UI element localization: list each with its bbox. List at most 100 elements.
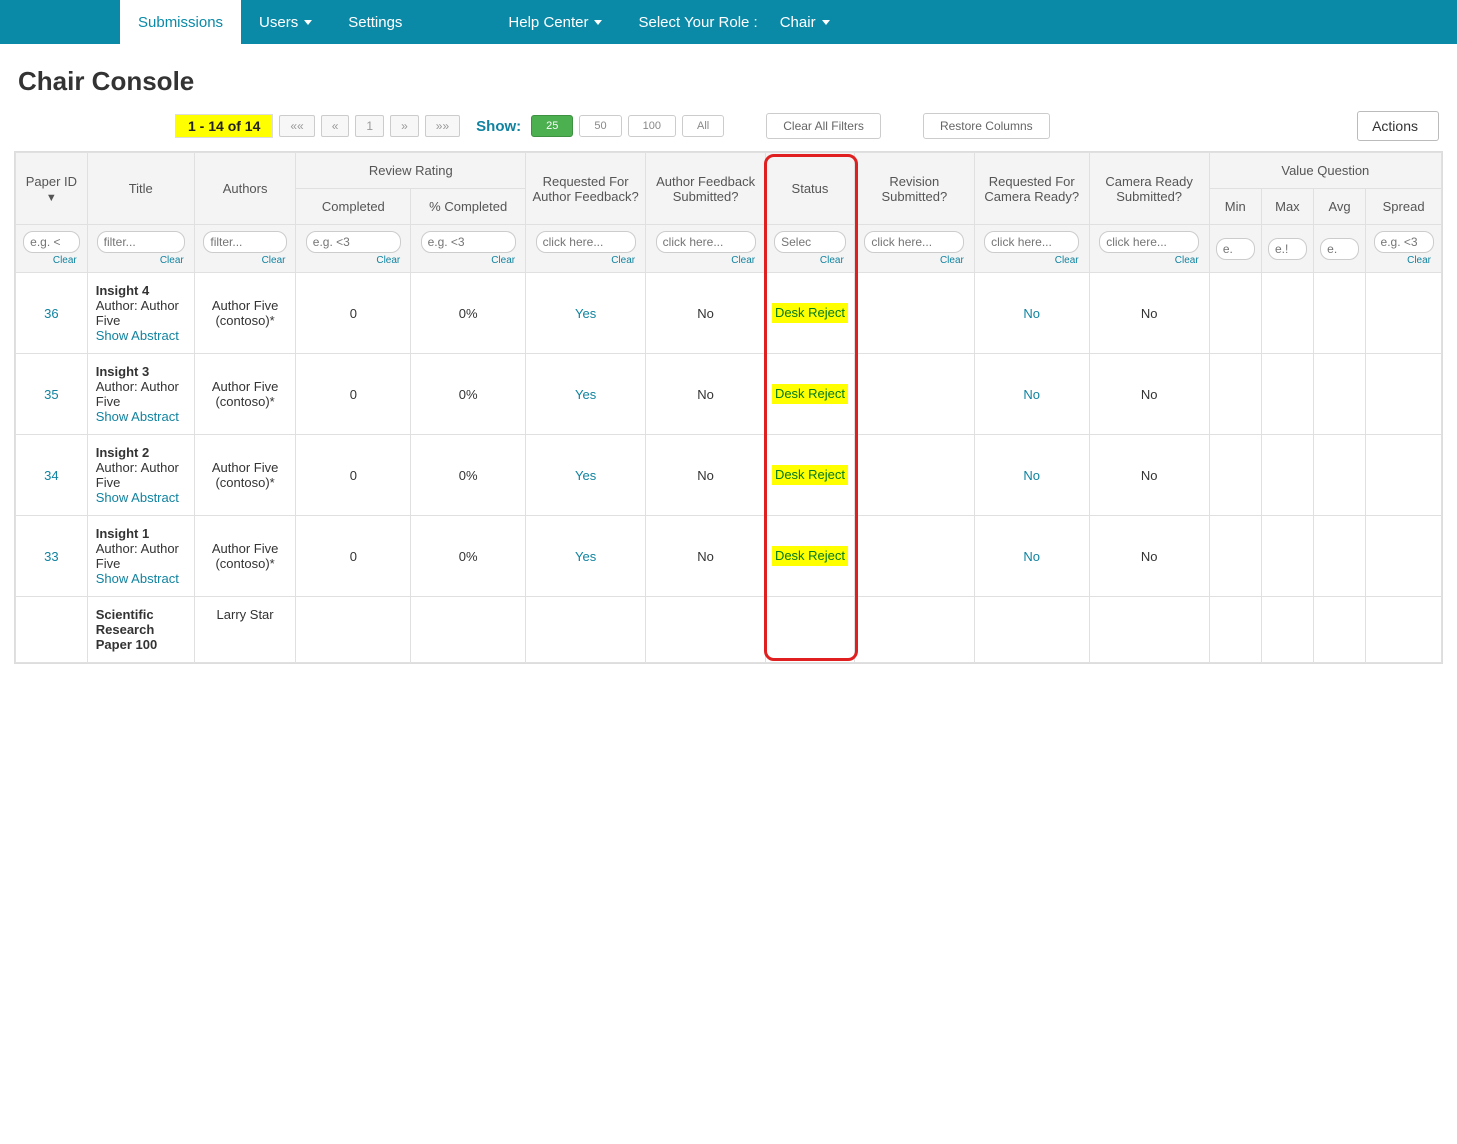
pager-first[interactable]: «« bbox=[279, 115, 314, 137]
show-abstract-link[interactable]: Show Abstract bbox=[96, 571, 179, 586]
status-cell: Desk Reject bbox=[766, 354, 855, 435]
status-cell: Desk Reject bbox=[766, 273, 855, 354]
completed-cell: 0 bbox=[296, 354, 411, 435]
col-completed[interactable]: Completed bbox=[296, 189, 411, 225]
filter-clear[interactable]: Clear bbox=[979, 255, 1085, 266]
filter-max[interactable] bbox=[1268, 238, 1307, 260]
page-size-100[interactable]: 100 bbox=[628, 115, 676, 137]
author-prefix: Author: bbox=[96, 541, 138, 556]
filter-spread[interactable] bbox=[1374, 231, 1434, 253]
role-dropdown[interactable]: Chair bbox=[762, 0, 848, 44]
nav-settings[interactable]: Settings bbox=[330, 0, 420, 44]
show-abstract-link[interactable]: Show Abstract bbox=[96, 490, 179, 505]
paper-id-link[interactable]: 36 bbox=[44, 306, 58, 321]
nav-submissions[interactable]: Submissions bbox=[120, 0, 241, 44]
col-paper-id[interactable]: Paper ID ▼ bbox=[16, 153, 88, 225]
filter-title[interactable] bbox=[97, 231, 185, 253]
role-value: Chair bbox=[780, 14, 816, 31]
completed-cell: 0 bbox=[296, 273, 411, 354]
filter-clear[interactable]: Clear bbox=[92, 255, 190, 266]
avg-cell bbox=[1314, 516, 1366, 597]
table-row: Scientific Research Paper 100Larry Star bbox=[16, 597, 1442, 663]
authors-cell: Author Five (contoso)* bbox=[194, 354, 296, 435]
pager-page[interactable]: 1 bbox=[355, 115, 384, 137]
filter-clear[interactable]: Clear bbox=[1094, 255, 1205, 266]
nav-help-center[interactable]: Help Center bbox=[490, 0, 620, 44]
caret-down-icon bbox=[304, 20, 312, 25]
revision-sub-cell bbox=[854, 516, 974, 597]
req-feedback-cell: Yes bbox=[526, 516, 646, 597]
filter-clear[interactable]: Clear bbox=[770, 255, 850, 266]
sort-down-icon: ▼ bbox=[46, 192, 57, 204]
filter-clear[interactable]: Clear bbox=[20, 255, 83, 266]
col-pct-completed[interactable]: % Completed bbox=[411, 189, 526, 225]
page-size-50[interactable]: 50 bbox=[579, 115, 621, 137]
filter-clear[interactable]: Clear bbox=[650, 255, 761, 266]
col-req-camera[interactable]: Requested For Camera Ready? bbox=[974, 153, 1089, 225]
col-spread[interactable]: Spread bbox=[1366, 189, 1442, 225]
filter-clear[interactable]: Clear bbox=[530, 255, 641, 266]
show-label: Show: bbox=[476, 118, 521, 135]
restore-columns-button[interactable]: Restore Columns bbox=[923, 113, 1050, 139]
col-max[interactable]: Max bbox=[1261, 189, 1313, 225]
table-row: 33Insight 1Author: Author FiveShow Abstr… bbox=[16, 516, 1442, 597]
nav-users[interactable]: Users bbox=[241, 0, 330, 44]
show-abstract-link[interactable]: Show Abstract bbox=[96, 328, 179, 343]
filter-req-camera[interactable] bbox=[984, 231, 1079, 253]
paper-title: Insight 3 bbox=[96, 364, 149, 379]
col-revision-submitted[interactable]: Revision Submitted? bbox=[854, 153, 974, 225]
revision-sub-cell bbox=[854, 354, 974, 435]
filter-paper-id[interactable] bbox=[23, 231, 79, 253]
filter-completed[interactable] bbox=[306, 231, 401, 253]
filter-camera-sub[interactable] bbox=[1099, 231, 1199, 253]
page-size-25[interactable]: 25 bbox=[531, 115, 573, 137]
completed-cell bbox=[296, 597, 411, 663]
col-req-feedback[interactable]: Requested For Author Feedback? bbox=[526, 153, 646, 225]
paper-title: Insight 1 bbox=[96, 526, 149, 541]
pager-last[interactable]: »» bbox=[425, 115, 460, 137]
paper-id-link[interactable]: 34 bbox=[44, 468, 58, 483]
table-row: 34Insight 2Author: Author FiveShow Abstr… bbox=[16, 435, 1442, 516]
camera-sub-cell: No bbox=[1089, 354, 1209, 435]
revision-sub-cell bbox=[854, 273, 974, 354]
col-title[interactable]: Title bbox=[87, 153, 194, 225]
show-abstract-link[interactable]: Show Abstract bbox=[96, 409, 179, 424]
req-feedback-cell bbox=[526, 597, 646, 663]
max-cell bbox=[1261, 516, 1313, 597]
filter-feedback-sub[interactable] bbox=[656, 231, 756, 253]
page-size-all[interactable]: All bbox=[682, 115, 724, 137]
filter-status[interactable] bbox=[774, 231, 846, 253]
paper-id-link[interactable]: 33 bbox=[44, 549, 58, 564]
col-camera-submitted[interactable]: Camera Ready Submitted? bbox=[1089, 153, 1209, 225]
filter-clear[interactable]: Clear bbox=[1370, 255, 1437, 266]
col-avg[interactable]: Avg bbox=[1314, 189, 1366, 225]
col-min[interactable]: Min bbox=[1209, 189, 1261, 225]
filter-clear[interactable]: Clear bbox=[300, 255, 406, 266]
page-title: Chair Console bbox=[18, 66, 1457, 97]
feedback-sub-cell: No bbox=[646, 354, 766, 435]
camera-sub-cell bbox=[1089, 597, 1209, 663]
filter-avg[interactable] bbox=[1320, 238, 1359, 260]
col-status[interactable]: Status bbox=[766, 153, 855, 225]
clear-all-filters-button[interactable]: Clear All Filters bbox=[766, 113, 881, 139]
pager-prev[interactable]: « bbox=[321, 115, 350, 137]
col-authors[interactable]: Authors bbox=[194, 153, 296, 225]
pager-next[interactable]: » bbox=[390, 115, 419, 137]
filter-authors[interactable] bbox=[203, 231, 286, 253]
filter-revision-sub[interactable] bbox=[864, 231, 964, 253]
filter-min[interactable] bbox=[1216, 238, 1255, 260]
filter-clear[interactable]: Clear bbox=[415, 255, 521, 266]
revision-sub-cell bbox=[854, 597, 974, 663]
col-feedback-submitted[interactable]: Author Feedback Submitted? bbox=[646, 153, 766, 225]
filter-clear[interactable]: Clear bbox=[859, 255, 970, 266]
max-cell bbox=[1261, 273, 1313, 354]
actions-dropdown[interactable]: Actions bbox=[1357, 111, 1439, 141]
filter-clear[interactable]: Clear bbox=[199, 255, 292, 266]
min-cell bbox=[1209, 273, 1261, 354]
paper-id-link[interactable]: 35 bbox=[44, 387, 58, 402]
caret-down-icon bbox=[594, 20, 602, 25]
role-label: Select Your Role : bbox=[620, 0, 761, 44]
filter-pct-completed[interactable] bbox=[421, 231, 516, 253]
avg-cell bbox=[1314, 354, 1366, 435]
filter-req-feedback[interactable] bbox=[536, 231, 636, 253]
